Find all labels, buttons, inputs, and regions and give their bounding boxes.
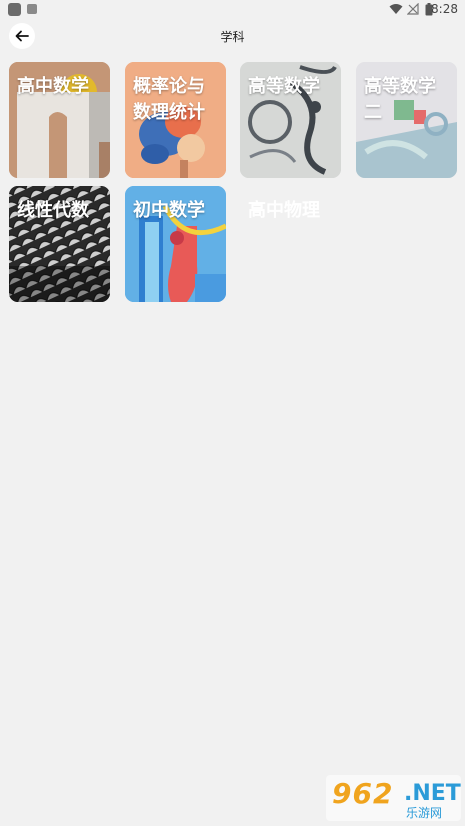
subject-card-probability-statistics[interactable]: 概率论与数理统计 <box>125 62 226 178</box>
subject-label: 线性代数 <box>17 200 89 221</box>
subject-card-junior-high-math[interactable]: 初中数学 <box>125 186 226 302</box>
page-title: 学科 <box>220 30 245 44</box>
subject-label: 概率论与数理统计 <box>133 76 205 123</box>
watermark-logo: 962 .NET 乐游网 <box>326 775 461 821</box>
subject-card-high-school-math[interactable]: 高中数学 <box>9 62 110 178</box>
signal-icon <box>407 3 419 15</box>
subject-card-advanced-math[interactable]: 高等数学 <box>240 62 341 178</box>
subject-label: 高中物理 <box>248 200 320 221</box>
watermark-brand: 962 <box>332 777 394 810</box>
subject-label: 高等数学二 <box>364 76 436 123</box>
subject-label: 高中数学 <box>17 76 89 97</box>
watermark-net: .NET <box>404 781 461 806</box>
subject-label: 初中数学 <box>133 200 205 221</box>
subject-card-advanced-math-2[interactable]: 高等数学二 <box>356 62 457 178</box>
wifi-icon <box>389 4 403 14</box>
subject-label: 高等数学 <box>248 76 320 97</box>
subject-card-linear-algebra[interactable]: 线性代数 <box>9 186 110 302</box>
watermark-subtitle: 乐游网 <box>406 806 443 820</box>
status-time: 8:28 <box>431 2 458 16</box>
app-notification-icon <box>27 4 37 14</box>
notification-icon <box>8 3 21 16</box>
subject-card-high-school-physics[interactable]: 高中物理 <box>240 186 341 302</box>
status-bar: 8:28 <box>0 0 465 20</box>
